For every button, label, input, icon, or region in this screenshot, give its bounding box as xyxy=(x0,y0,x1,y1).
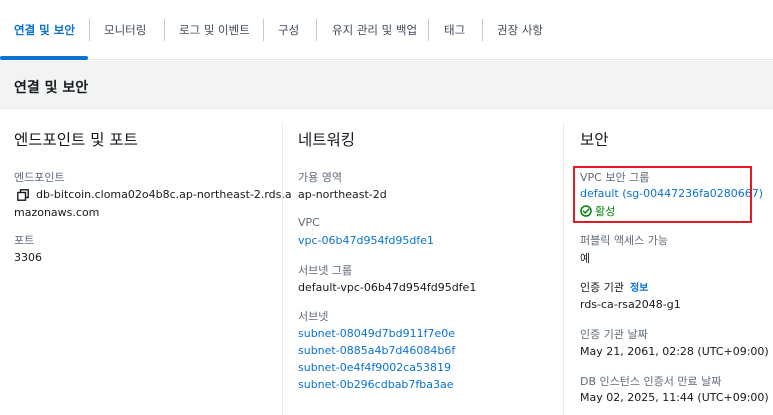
tab-maintenance-backups[interactable]: 유지 관리 및 백업 xyxy=(332,0,417,60)
public-access-label: 퍼블릭 액세스 가능 xyxy=(580,234,668,247)
tab-connectivity-security[interactable]: 연결 및 보안 xyxy=(14,0,75,60)
endpoint-value-continued: mazonaws.com xyxy=(14,206,100,219)
tab-recommendations[interactable]: 권장 사항 xyxy=(497,0,543,60)
tab-separator xyxy=(428,19,429,41)
availability-zone-label: 가용 영역 xyxy=(298,171,342,184)
panel-header: 연결 및 보안 xyxy=(0,61,773,109)
ca-date-value: May 21, 2061, 02:28 (UTC+09:00) xyxy=(580,345,769,358)
section-title: 네트워킹 xyxy=(298,131,356,149)
availability-zone-value: ap-northeast-2d xyxy=(298,188,387,201)
subnet-link[interactable]: subnet-0b296cdbab7fba3ae xyxy=(298,378,454,391)
section-title: 엔드포인트 및 포트 xyxy=(14,131,138,149)
active-tab-indicator xyxy=(0,56,88,60)
tab-bar: 연결 및 보안 모니터링 로그 및 이벤트 구성 유지 관리 및 백업 태그 권… xyxy=(0,0,773,60)
tab-separator xyxy=(164,19,165,41)
certificate-authority-label-row: 인증 기관 정보 xyxy=(580,279,648,295)
port-value: 3306 xyxy=(14,251,42,264)
public-access-value: 예 xyxy=(580,252,591,265)
cert-expiry-value: May 02, 2025, 11:44 (UTC+09:00) xyxy=(580,391,769,404)
tab-configuration[interactable]: 구성 xyxy=(278,0,299,60)
port-label: 포트 xyxy=(14,234,35,247)
column-divider xyxy=(563,122,564,415)
endpoint-label: 엔드포인트 xyxy=(14,171,65,184)
vpc-link[interactable]: vpc-06b47d954fd95dfe1 xyxy=(298,234,434,247)
tab-separator xyxy=(482,19,483,41)
tab-tags[interactable]: 태그 xyxy=(444,0,465,60)
ca-date-label: 인증 기관 날짜 xyxy=(580,328,648,341)
certificate-authority-value: rds-ca-rsa2048-g1 xyxy=(580,298,681,311)
highlight-box xyxy=(573,166,752,223)
certificate-authority-label: 인증 기관 xyxy=(580,281,624,294)
tab-monitoring[interactable]: 모니터링 xyxy=(104,0,146,60)
tab-separator xyxy=(263,19,264,41)
tab-separator xyxy=(89,19,90,41)
subnet-link[interactable]: subnet-08049d7bd911f7e0e xyxy=(298,327,455,340)
section-title: 보안 xyxy=(580,131,609,149)
column-divider xyxy=(282,122,283,415)
endpoint-value: db-bitcoin.cloma02o4b8c.ap-northeast-2.r… xyxy=(36,188,292,201)
tab-separator xyxy=(316,19,317,41)
vpc-label: VPC xyxy=(298,216,320,229)
subnet-group-label: 서브넷 그룹 xyxy=(298,264,353,277)
panel-title: 연결 및 보안 xyxy=(14,80,89,96)
copy-icon[interactable] xyxy=(17,189,29,201)
subnets-label: 서브넷 xyxy=(298,310,329,323)
subnet-link[interactable]: subnet-0885a4b7d46084b6f xyxy=(298,344,455,357)
cert-expiry-label: DB 인스턴스 인증서 만료 날짜 xyxy=(580,375,722,388)
subnet-group-value: default-vpc-06b47d954fd95dfe1 xyxy=(298,281,477,294)
tab-logs-events[interactable]: 로그 및 이벤트 xyxy=(179,0,250,60)
info-link[interactable]: 정보 xyxy=(630,283,648,294)
subnet-link[interactable]: subnet-0e4f4f9002ca53819 xyxy=(298,361,451,374)
